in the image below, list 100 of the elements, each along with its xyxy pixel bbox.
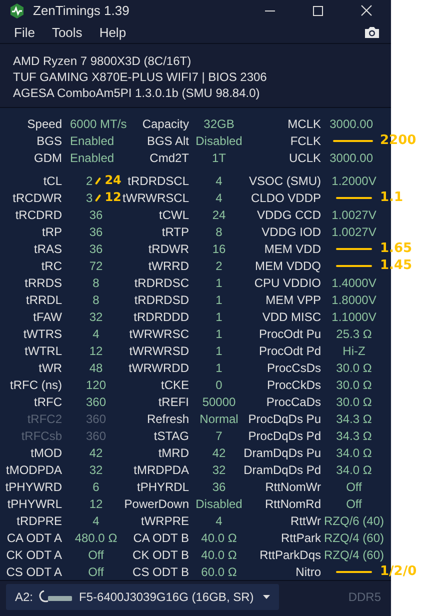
timing-label: tRFC (34, 394, 62, 409)
timing-label: tRP (42, 224, 62, 239)
field-value: 3000.00 (330, 150, 373, 165)
field-label: UCLK (288, 150, 321, 165)
timing-value: 8 (92, 276, 100, 290)
window-title: ZenTimings 1.39 (33, 3, 130, 18)
timing-value: 40.0 Ω (201, 548, 237, 562)
timing-label: tRDWR (148, 242, 189, 256)
timing-value: 4 (92, 514, 100, 528)
timing-label: tWRWRSCL (122, 190, 189, 205)
timing-label: tRDRDDD (134, 310, 189, 324)
timing-value: 30.0 Ω (336, 360, 372, 375)
timing-label: tCL (43, 174, 62, 188)
timing-label: VDDG IOD (262, 224, 321, 239)
field-value: 32GB (204, 116, 234, 131)
timing-value: 36 (89, 242, 103, 256)
caret-icon (263, 594, 270, 599)
timing-label: tWTRS (23, 326, 62, 341)
handwritten-note: 24 (104, 172, 122, 190)
timing-label: tRFCsb (21, 428, 62, 443)
timing-value: 40.0 Ω (201, 530, 237, 545)
timing-label: tWRWRDD (128, 360, 189, 375)
timing-value: 1 (216, 360, 222, 375)
timing-value: 1 (216, 310, 222, 324)
timing-label: ProcOdt Pd (258, 344, 321, 358)
system-info-line: TUF GAMING X870E-PLUS WIFI7 | BIOS 2306 (13, 69, 268, 86)
timing-label: tRDRDSCL (128, 174, 189, 188)
field-label: FCLK (290, 134, 321, 148)
timing-value: 24 (212, 208, 226, 222)
timing-label: tRDRDSC (134, 276, 189, 290)
system-info-line: AMD Ryzen 7 9800X3D (8C/16T) (13, 53, 192, 70)
timing-label: ProcCsDs (266, 360, 321, 375)
timing-label: tRTP (162, 224, 189, 239)
timing-value: 34.0 Ω (336, 462, 372, 477)
timing-label: tWRRD (148, 258, 189, 273)
strike-line (336, 248, 372, 250)
timing-value: 120 (86, 378, 106, 392)
slash-mark (94, 177, 101, 185)
timing-label: tWR (38, 360, 62, 375)
timing-value: 25.3 Ω (336, 326, 372, 341)
timing-value: 32 (212, 462, 226, 477)
timing-label: tRCDWR (12, 190, 62, 205)
timing-value: 1.0027V (332, 208, 376, 222)
timing-value: 7 (216, 428, 222, 443)
field-label: BGS (36, 134, 62, 148)
timing-label: ProcOdt Pu (258, 326, 321, 341)
menu-item[interactable]: Help (99, 24, 126, 40)
timing-label: CPU VDDIO (254, 276, 321, 290)
timing-label: tMODPDA (6, 462, 62, 477)
menu-item[interactable]: File (14, 24, 35, 40)
timing-label: tRAS (34, 242, 62, 256)
timing-value: 1.2000V (332, 174, 376, 188)
timing-value: 1.8000V (332, 292, 376, 307)
pulse-hexagon-icon (9, 2, 25, 19)
camera-icon[interactable] (364, 26, 380, 39)
timing-value: 6 (92, 480, 100, 494)
field-label: Cmd2T (150, 150, 189, 165)
maximize-icon[interactable] (313, 6, 323, 16)
strike-line (336, 570, 372, 573)
timing-value: 360 (86, 428, 106, 443)
timing-value: 34.3 Ω (336, 412, 372, 426)
minimize-icon[interactable] (265, 10, 275, 12)
timing-label: CK ODT A (6, 548, 62, 562)
timing-label: tMOD (30, 446, 62, 460)
timing-value: 34.3 Ω (336, 428, 372, 443)
timing-value: 1.1000V (332, 310, 376, 324)
field-value: 1T (212, 150, 226, 165)
timing-value: 4 (92, 326, 100, 341)
field-label: GDM (34, 150, 62, 165)
timing-value: RZQ/4 (60) (324, 530, 384, 545)
timing-value: 30.0 Ω (336, 378, 372, 392)
timing-label: CS ODT A (6, 564, 62, 579)
strike-line (336, 264, 372, 267)
strike-line (333, 140, 373, 142)
timing-value: Normal (200, 412, 238, 426)
timing-value: 3 (86, 190, 93, 205)
timing-label: VDDG CCD (256, 208, 321, 222)
timing-label: tRFC2 (27, 412, 62, 426)
timing-value: Off (346, 480, 362, 494)
timing-value: 360 (86, 394, 106, 409)
timing-label: tWRWRSD (129, 344, 189, 358)
module-dropdown[interactable]: A2: F5-6400J3039G16G (16GB, SR) (6, 584, 279, 610)
timing-value: Off (346, 496, 362, 511)
timing-value: 60.0 Ω (201, 564, 237, 579)
timing-label: tMRD (158, 446, 189, 460)
timing-value: 4 (216, 174, 222, 188)
menu-item[interactable]: Tools (52, 24, 82, 40)
timing-value: 12 (89, 496, 103, 511)
timing-label: ProcDqDs Pu (248, 412, 321, 426)
timing-label: VDD MISC (262, 310, 321, 324)
timing-value: 32 (89, 462, 103, 477)
timing-label: RttWr (290, 514, 321, 528)
timing-value: RZQ/4 (60) (324, 548, 384, 562)
timing-label: tRDPRE (16, 514, 62, 528)
close-icon[interactable] (361, 5, 372, 16)
timing-value: 8 (92, 292, 100, 307)
timing-value: RZQ/6 (40) (324, 514, 384, 528)
field-value: Enabled (70, 134, 114, 148)
timing-value: 1 (216, 276, 222, 290)
timing-label: tRFC (ns) (10, 378, 62, 392)
